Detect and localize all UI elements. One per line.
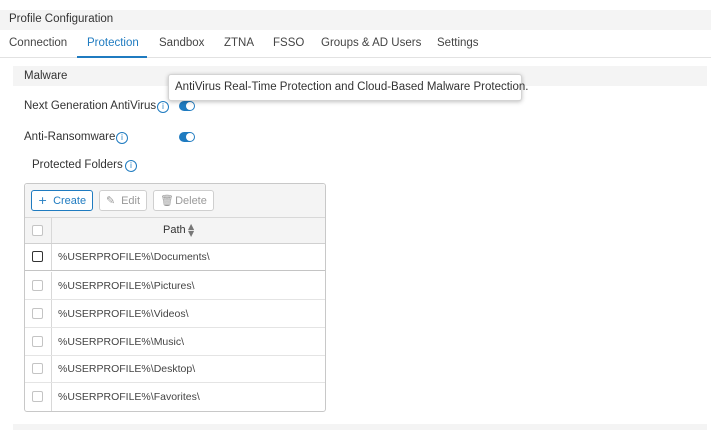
path-cell: %USERPROFILE%\Videos\ (58, 308, 189, 320)
info-icon[interactable]: i (157, 101, 169, 113)
path-cell: %USERPROFILE%\Documents\ (58, 251, 210, 263)
tab-ztna[interactable]: ZTNA (224, 37, 254, 49)
tab-groups-ad-users[interactable]: Groups & AD Users (321, 37, 421, 49)
column-header-path[interactable]: Path (163, 224, 186, 236)
path-cell: %USERPROFILE%\Music\ (58, 336, 185, 348)
tab-connection[interactable]: Connection (9, 37, 67, 49)
row-checkbox[interactable] (32, 363, 43, 374)
tab-fsso[interactable]: FSSO (273, 37, 304, 49)
pencil-icon: ✎ (106, 194, 116, 207)
page-title: Profile Configuration (9, 13, 114, 25)
create-button[interactable]: + Create (31, 190, 93, 211)
protected-folders-label: Protected Folders (32, 159, 123, 171)
column-divider (51, 328, 52, 355)
row-checkbox[interactable] (32, 336, 43, 347)
table-header: Path ▲ ▼ (25, 218, 325, 244)
ngav-label: Next Generation AntiVirus (24, 100, 157, 112)
trash-icon: 🗑 (160, 194, 174, 207)
row-checkbox[interactable] (32, 308, 43, 319)
select-all-checkbox[interactable] (32, 225, 43, 236)
info-icon[interactable]: i (116, 132, 128, 144)
table-row[interactable]: %USERPROFILE%\Desktop\ (25, 356, 325, 383)
table-row[interactable]: %USERPROFILE%\Favorites\ (25, 383, 325, 411)
table-row[interactable]: %USERPROFILE%\Pictures\ (25, 272, 325, 300)
table-row[interactable]: %USERPROFILE%\Music\ (25, 328, 325, 356)
column-divider (51, 356, 52, 382)
anti-ransomware-toggle[interactable] (179, 132, 195, 142)
protected-folders-table: + Create ✎ Edit 🗑 Delete Path ▲ ▼ %USERPR… (24, 183, 326, 412)
column-divider (51, 300, 52, 327)
sort-icon[interactable]: ▲ ▼ (188, 223, 194, 238)
table-toolbar: + Create ✎ Edit 🗑 Delete (25, 184, 325, 218)
tab-settings[interactable]: Settings (437, 37, 479, 49)
plus-icon: + (38, 194, 48, 207)
row-checkbox[interactable] (32, 391, 43, 402)
column-divider (51, 244, 52, 270)
table-row[interactable]: %USERPROFILE%\Videos\ (25, 300, 325, 328)
row-checkbox[interactable] (32, 251, 43, 262)
next-section-header (13, 424, 707, 430)
tab-protection[interactable]: Protection (87, 37, 139, 49)
active-tab-indicator (77, 56, 147, 58)
info-icon[interactable]: i (125, 160, 137, 172)
row-checkbox[interactable] (32, 280, 43, 291)
column-divider (51, 272, 52, 299)
path-cell: %USERPROFILE%\Desktop\ (58, 363, 196, 375)
path-cell: %USERPROFILE%\Pictures\ (58, 280, 195, 292)
column-divider (51, 218, 52, 243)
ngav-toggle[interactable] (179, 101, 195, 111)
tab-bar: Connection Protection Sandbox ZTNA FSSO … (0, 30, 711, 58)
section-title: Malware (24, 70, 68, 82)
edit-button[interactable]: ✎ Edit (99, 190, 147, 211)
tab-sandbox[interactable]: Sandbox (159, 37, 204, 49)
path-cell: %USERPROFILE%\Favorites\ (58, 391, 200, 403)
column-divider (51, 383, 52, 411)
table-row[interactable]: %USERPROFILE%\Documents\ (25, 244, 325, 271)
delete-button[interactable]: 🗑 Delete (153, 190, 214, 211)
ngav-tooltip: AntiVirus Real-Time Protection and Cloud… (168, 74, 528, 101)
anti-ransomware-label: Anti-Ransomware (24, 131, 116, 143)
